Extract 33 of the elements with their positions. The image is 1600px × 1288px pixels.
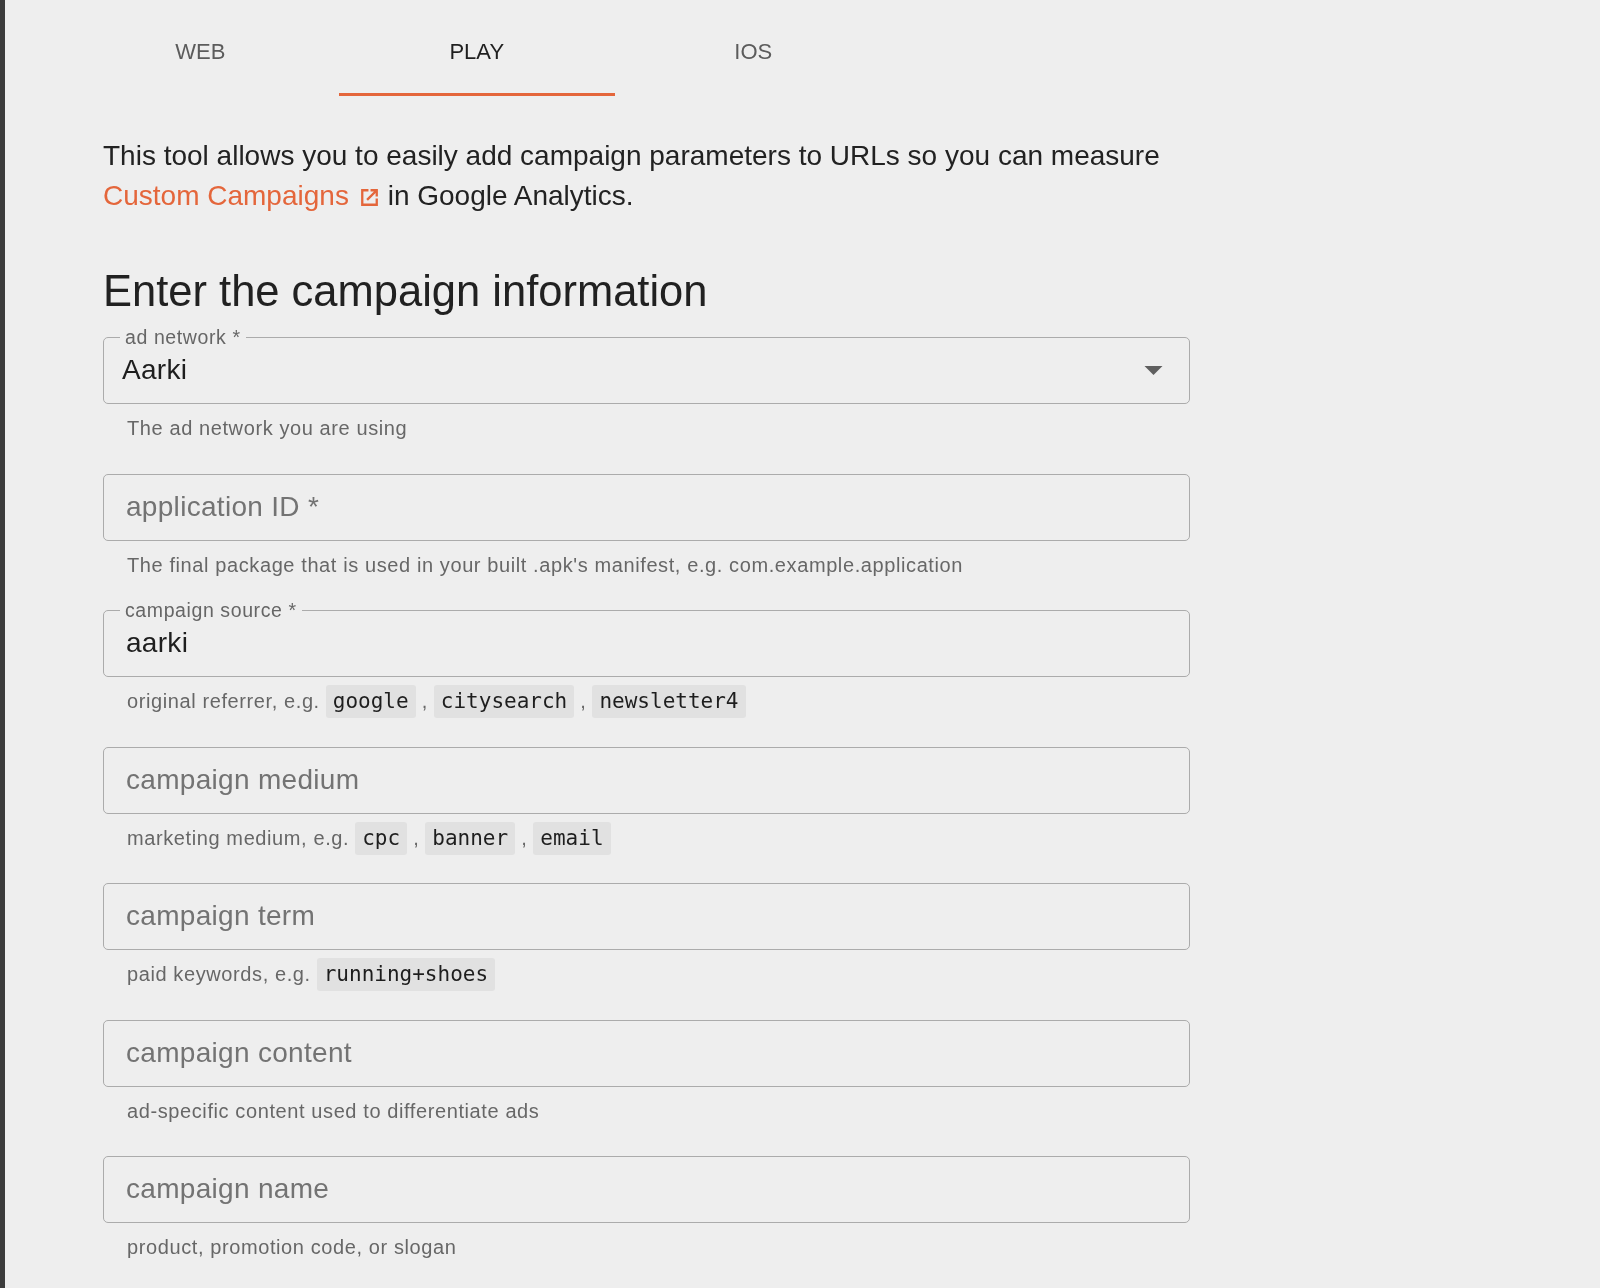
helper-text: , (413, 826, 420, 850)
helper-text: , (580, 690, 587, 713)
section-heading: Enter the campaign information (103, 266, 708, 317)
text-field[interactable]: campaign medium (103, 746, 1190, 814)
helper-text: , (421, 690, 428, 713)
helper-text: paid keywords, e.g. (127, 963, 311, 986)
code-example: running+shoes (316, 958, 496, 991)
helper-text: , (521, 826, 528, 850)
code-example: google (325, 685, 416, 718)
tab[interactable]: IOS (615, 10, 892, 96)
code-example: cpc (355, 821, 408, 855)
helper-text: product, promotion code, or slogan (127, 1236, 457, 1259)
text-field[interactable]: application ID * (103, 473, 1190, 541)
text-field[interactable]: campaign term (103, 883, 1190, 950)
helper-text: marketing medium, e.g. (127, 826, 350, 850)
tab[interactable]: PLAY (338, 10, 615, 96)
caret-icon[interactable] (1144, 365, 1163, 375)
code-example: newsletter4 (592, 685, 746, 718)
helper-text: ad-specific content used to differentiate ads (127, 1099, 540, 1123)
dropdown-field[interactable]: ad network * Aarki (103, 327, 1190, 404)
text-field[interactable]: campaign name (103, 1156, 1190, 1223)
text-field[interactable]: campaign content (103, 1019, 1190, 1087)
tab[interactable]: WEB (62, 10, 339, 96)
intro-paragraph: This tool allows you to easily add campaign parameters to URLs so you can measure Custom Campaigns in Google Analytics. (103, 139, 1161, 213)
code-example: citysearch (433, 685, 575, 718)
helper-text: The ad network you are using (127, 417, 408, 440)
helper-text: original referrer, e.g. (127, 690, 320, 713)
text-field[interactable]: campaign source * aarki (103, 600, 1190, 677)
external-link-icon (358, 187, 380, 208)
helper-text: The final package that is used in your built .apk's manifest, e.g. com.example.application (127, 553, 964, 577)
code-example: email (533, 821, 611, 855)
text-link[interactable]: Custom Campaigns (103, 180, 380, 211)
code-example: banner (425, 821, 516, 855)
